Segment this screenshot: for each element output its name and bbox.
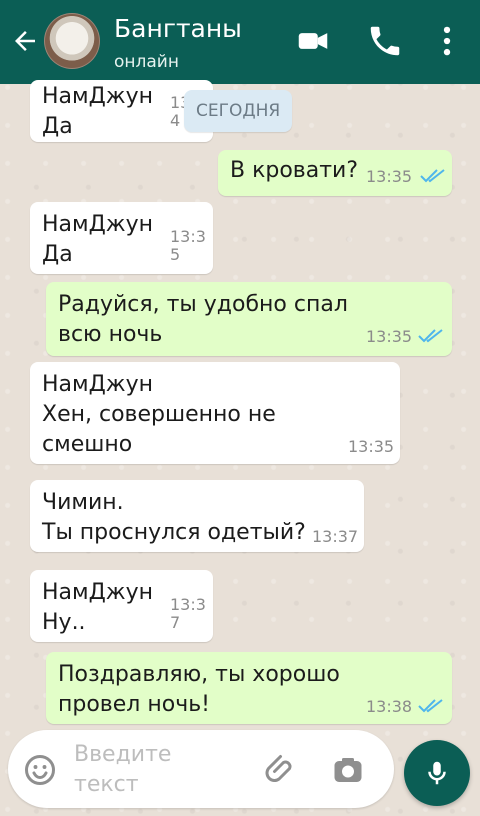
emoji-icon[interactable]: [22, 752, 58, 788]
message-incoming[interactable]: НамДжун Да 13:3 5: [30, 202, 213, 274]
attach-icon[interactable]: [264, 752, 300, 788]
message-text: НамДжун Хен, совершенно не смешно: [42, 372, 276, 457]
read-ticks-icon: [420, 169, 445, 183]
message-time: 13:3 7: [170, 595, 206, 632]
day-separator: СЕГОДНЯ: [184, 90, 293, 132]
mic-button[interactable]: [404, 740, 470, 806]
message-time: 13:37: [312, 527, 359, 546]
read-ticks-icon: [418, 329, 443, 343]
camera-icon[interactable]: [330, 752, 366, 788]
read-ticks-icon: [418, 699, 443, 713]
message-text: Чимин. Ты проснулся одетый?: [42, 490, 306, 545]
message-input-placeholder[interactable]: Введите текст: [74, 740, 224, 800]
message-outgoing[interactable]: Поздравляю, ты хорошо провел ночь! 13:38: [46, 652, 452, 724]
message-incoming[interactable]: НамДжун Хен, совершенно не смешно 13:35: [30, 362, 400, 464]
back-arrow-icon[interactable]: [10, 26, 40, 56]
message-outgoing[interactable]: Радуйся, ты удобно спал всю ночь 13:35: [46, 282, 452, 356]
message-incoming[interactable]: Чимин. Ты проснулся одетый? 13:37: [30, 480, 364, 552]
message-time: 13:35: [366, 167, 413, 186]
message-time: 13:3 5: [170, 227, 206, 264]
message-time: 13:35: [348, 437, 395, 456]
video-call-icon[interactable]: [294, 22, 332, 60]
message-incoming[interactable]: НамДжун Ну.. 13:3 7: [30, 570, 213, 642]
message-time: 13:38: [366, 697, 413, 716]
chat-title[interactable]: Бангтаны: [114, 14, 242, 44]
presence-status: онлайн: [114, 52, 179, 72]
message-time: 13:35: [366, 327, 413, 346]
mic-icon: [428, 761, 446, 785]
more-options-icon[interactable]: [428, 22, 466, 60]
chat-header: Бангтаны онлайн: [0, 0, 480, 84]
voice-call-icon[interactable]: [366, 22, 404, 60]
contact-avatar[interactable]: [44, 13, 100, 69]
message-outgoing[interactable]: В кровати? 13:35: [218, 150, 452, 196]
message-composer[interactable]: Введите текст: [8, 730, 394, 808]
